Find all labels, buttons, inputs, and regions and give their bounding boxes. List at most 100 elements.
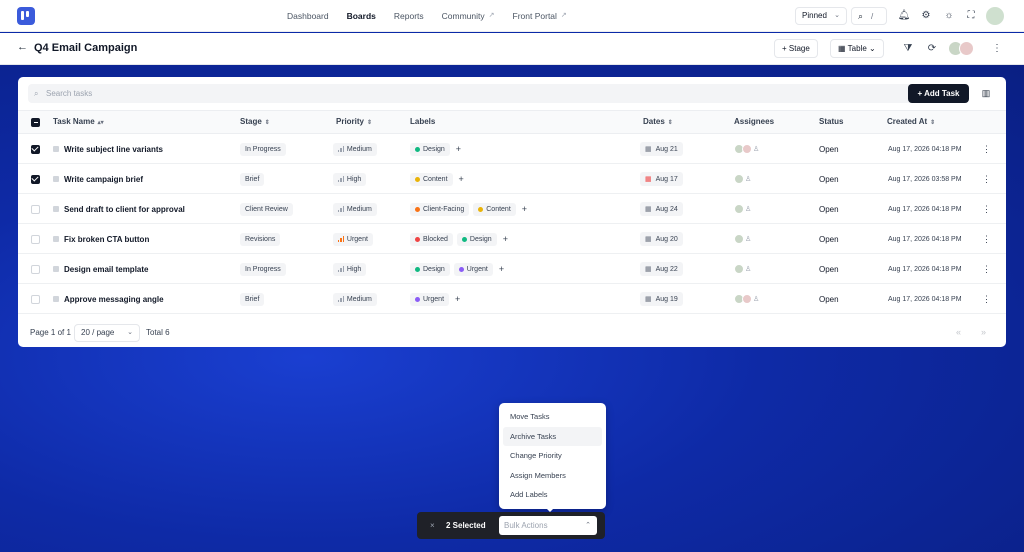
task-name[interactable]: Design email template — [64, 265, 148, 274]
label-tag[interactable]: Content — [473, 202, 516, 216]
label-tag[interactable]: Client-Facing — [410, 202, 470, 216]
more-vertical-icon[interactable]: ⋮ — [990, 42, 1004, 56]
assignees[interactable]: ♙ — [734, 294, 759, 304]
row-checkbox[interactable] — [31, 174, 40, 184]
menu-item-archive-tasks[interactable]: Archive Tasks — [503, 426, 602, 446]
stage-badge[interactable]: Client Review — [240, 202, 293, 216]
status-text[interactable]: Open — [819, 205, 839, 214]
col-labels[interactable]: Labels — [410, 111, 435, 133]
assignees[interactable]: ♙ — [734, 264, 751, 274]
user-avatar[interactable] — [985, 6, 1005, 26]
label-tag[interactable]: Design — [456, 232, 497, 246]
col-priority[interactable]: Priority ⇕ — [336, 111, 372, 133]
due-date[interactable]: ▦ Aug 24 — [640, 202, 683, 216]
drag-handle-icon[interactable] — [53, 206, 59, 212]
back-arrow-icon[interactable]: ← — [17, 41, 28, 53]
menu-item-change-priority[interactable]: Change Priority — [503, 446, 602, 466]
due-date[interactable]: ▦ Aug 22 — [640, 262, 683, 276]
col-dates[interactable]: Dates ⇕ — [643, 111, 673, 133]
label-tag[interactable]: Urgent — [453, 262, 493, 276]
add-label-icon[interactable]: + — [455, 294, 460, 304]
priority-badge[interactable]: Medium — [333, 292, 377, 306]
label-tag[interactable]: Urgent — [410, 292, 450, 306]
status-text[interactable]: Open — [819, 145, 839, 154]
priority-badge[interactable]: High — [333, 262, 367, 276]
nav-link-dashboard[interactable]: Dashboard — [279, 6, 337, 26]
settings-gear-icon[interactable]: ⚙ — [919, 9, 933, 23]
col-assignees[interactable]: Assignees — [734, 111, 774, 133]
bell-icon[interactable]: 🔔︎ — [897, 9, 911, 23]
drag-handle-icon[interactable] — [53, 236, 59, 242]
add-label-icon[interactable]: + — [459, 174, 464, 184]
row-checkbox[interactable] — [31, 204, 40, 214]
task-name[interactable]: Send draft to client for approval — [64, 205, 185, 214]
drag-handle-icon[interactable] — [53, 296, 59, 302]
next-page-button[interactable]: » — [981, 327, 986, 337]
stage-badge[interactable]: Brief — [240, 292, 265, 306]
status-text[interactable]: Open — [819, 175, 839, 184]
add-label-icon[interactable]: + — [456, 144, 461, 154]
label-tag[interactable]: Design — [410, 262, 450, 276]
menu-item-assign-members[interactable]: Assign Members — [503, 466, 602, 486]
label-tag[interactable]: Design — [410, 142, 450, 156]
drag-handle-icon[interactable] — [53, 176, 59, 182]
col-status[interactable]: Status — [819, 111, 843, 133]
add-label-icon[interactable]: + — [499, 264, 504, 274]
table-row[interactable]: Send draft to client for approval Client… — [18, 194, 1006, 224]
select-all-checkbox[interactable] — [31, 118, 40, 127]
row-more-icon[interactable]: ⋮ — [982, 294, 991, 305]
col-created-at[interactable]: Created At ⇕ — [887, 111, 935, 133]
global-search-button[interactable]: ⌕ / — [851, 7, 887, 25]
status-text[interactable]: Open — [819, 235, 839, 244]
due-date[interactable]: ▦ Aug 21 — [640, 142, 683, 156]
assignees[interactable]: ♙ — [734, 204, 751, 214]
status-text[interactable]: Open — [819, 265, 839, 274]
stage-badge[interactable]: Brief — [240, 172, 265, 186]
priority-badge[interactable]: High — [333, 172, 367, 186]
priority-badge[interactable]: Medium — [333, 142, 377, 156]
bulk-actions-select[interactable]: Bulk Actions ⌃ — [499, 516, 597, 535]
assignees[interactable]: ♙ — [734, 174, 751, 184]
drag-handle-icon[interactable] — [53, 266, 59, 272]
table-row[interactable]: Fix broken CTA button Revisions Urgent B… — [18, 224, 1006, 254]
label-tag[interactable]: Content — [410, 172, 453, 186]
board-members[interactable] — [948, 41, 974, 56]
menu-item-add-labels[interactable]: Add Labels — [503, 485, 602, 505]
table-row[interactable]: Write campaign brief Brief High Content +… — [18, 164, 1006, 194]
row-checkbox[interactable] — [31, 234, 40, 244]
nav-link-community[interactable]: Community ↗ — [434, 6, 503, 26]
nav-link-reports[interactable]: Reports — [386, 6, 432, 26]
due-date[interactable]: ▦ Aug 20 — [640, 232, 683, 246]
task-name[interactable]: Write subject line variants — [64, 145, 163, 154]
due-date[interactable]: ▦ Aug 17 — [640, 172, 683, 186]
row-more-icon[interactable]: ⋮ — [982, 234, 991, 245]
menu-item-move-tasks[interactable]: Move Tasks — [503, 407, 602, 427]
row-checkbox[interactable] — [31, 264, 40, 274]
filter-icon[interactable]: ⧩ — [901, 42, 915, 56]
status-text[interactable]: Open — [819, 295, 839, 304]
row-more-icon[interactable]: ⋮ — [982, 264, 991, 275]
drag-handle-icon[interactable] — [53, 146, 59, 152]
clear-selection-icon[interactable]: × — [430, 521, 435, 530]
assignees[interactable]: ♙ — [734, 144, 759, 154]
stage-badge[interactable]: In Progress — [240, 142, 286, 156]
prev-page-button[interactable]: « — [956, 327, 961, 337]
col-stage[interactable]: Stage ⇕ — [240, 111, 270, 133]
table-row[interactable]: Design email template In Progress High D… — [18, 254, 1006, 284]
table-row[interactable]: Write subject line variants In Progress … — [18, 134, 1006, 164]
due-date[interactable]: ▦ Aug 19 — [640, 292, 683, 306]
assignees[interactable]: ♙ — [734, 234, 751, 244]
nav-link-boards[interactable]: Boards — [339, 6, 384, 26]
task-name[interactable]: Write campaign brief — [64, 175, 143, 184]
col-task-name[interactable]: Task Name ▴▾ — [53, 111, 104, 133]
add-stage-button[interactable]: + Stage — [774, 39, 818, 58]
pinned-dropdown[interactable]: Pinned ⌄ — [795, 7, 847, 25]
add-label-icon[interactable]: + — [503, 234, 508, 244]
fullscreen-icon[interactable]: ⛶ — [964, 9, 978, 23]
task-name[interactable]: Approve messaging angle — [64, 295, 164, 304]
task-name[interactable]: Fix broken CTA button — [64, 235, 149, 244]
add-label-icon[interactable]: + — [522, 204, 527, 214]
priority-badge[interactable]: Urgent — [333, 232, 373, 246]
add-task-button[interactable]: + Add Task — [908, 84, 969, 103]
stage-badge[interactable]: In Progress — [240, 262, 286, 276]
